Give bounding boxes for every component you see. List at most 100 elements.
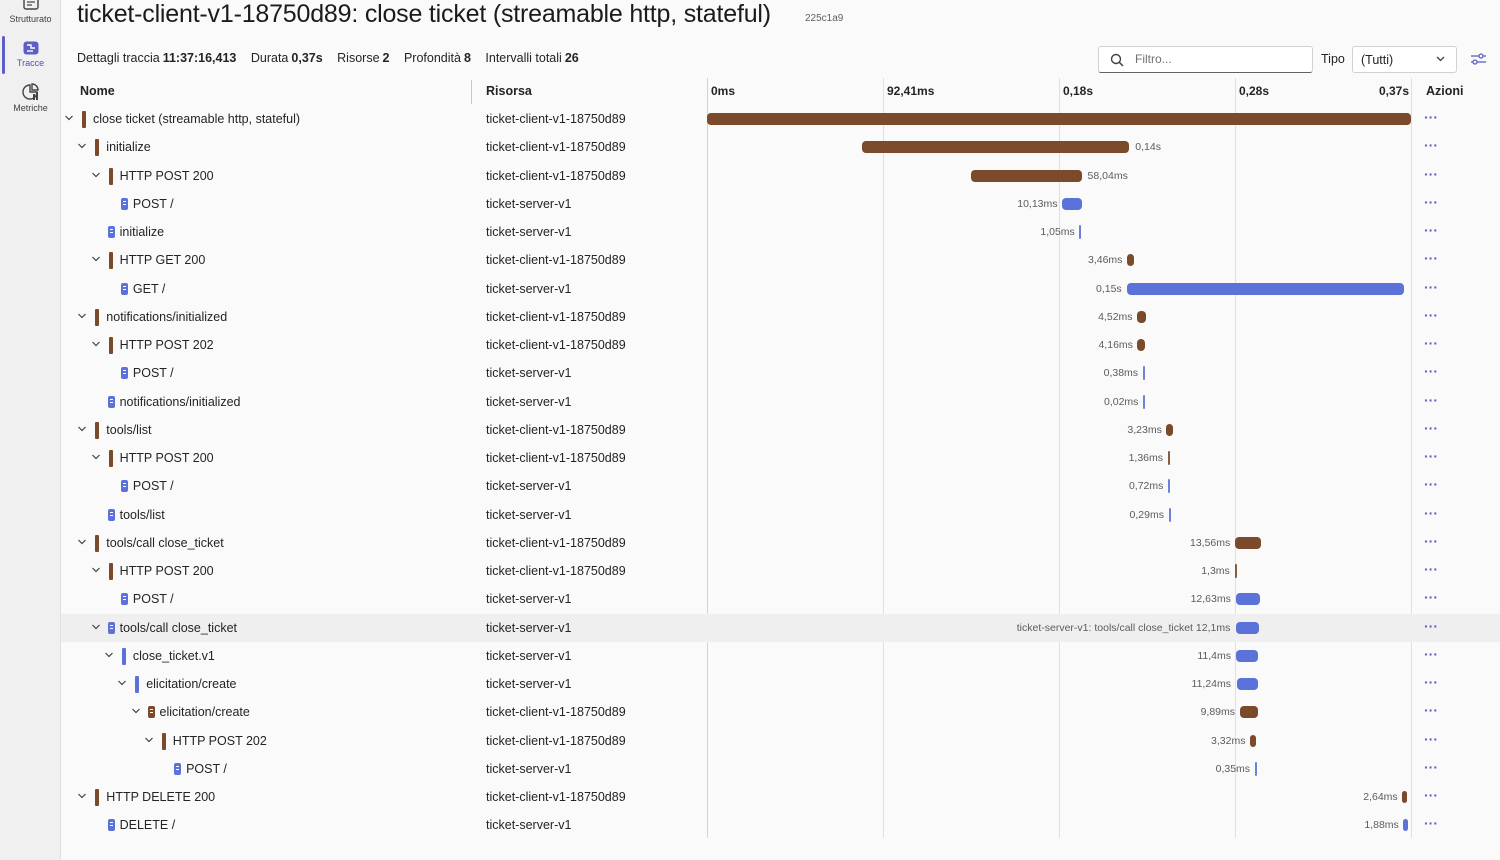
chevron-down-icon[interactable]	[91, 339, 101, 349]
span-actions-button[interactable]: ···	[1424, 137, 1438, 153]
span-duration-bar[interactable]	[1250, 734, 1257, 747]
span-actions-button[interactable]: ···	[1424, 731, 1438, 747]
span-row[interactable]: close ticket (streamable http, stateful)…	[61, 105, 1500, 133]
span-row[interactable]: tools/call close_ticket ticket-client-v1-…	[61, 529, 1500, 557]
span-duration-bar[interactable]	[1254, 761, 1257, 776]
chevron-down-icon[interactable]	[77, 537, 87, 547]
span-duration-bar[interactable]	[971, 169, 1082, 182]
span-actions-button[interactable]: ···	[1424, 505, 1438, 521]
chevron-down-icon[interactable]	[91, 254, 101, 264]
span-duration-bar[interactable]	[1236, 649, 1259, 662]
span-row[interactable]: tools/list ticket-server-v1 0,29ms ···	[61, 501, 1500, 529]
span-row[interactable]: initialize ticket-server-v1 1,05ms ···	[61, 218, 1500, 246]
span-actions-button[interactable]: ···	[1424, 618, 1438, 634]
span-duration-bar[interactable]	[1143, 394, 1145, 409]
span-actions-button[interactable]: ···	[1424, 561, 1438, 577]
span-duration-bar[interactable]	[1403, 819, 1409, 832]
type-select[interactable]: (Tutti)	[1352, 46, 1457, 73]
span-duration-bar[interactable]	[1137, 310, 1146, 323]
chevron-down-icon[interactable]	[104, 650, 114, 660]
span-actions-button[interactable]: ···	[1424, 589, 1438, 605]
span-row[interactable]: HTTP POST 202 ticket-client-v1-18750d89 4,…	[61, 331, 1500, 359]
span-actions-button[interactable]: ···	[1424, 166, 1438, 182]
span-duration-bar[interactable]	[1402, 791, 1408, 803]
chevron-down-icon[interactable]	[91, 170, 101, 180]
span-row[interactable]: DELETE / ticket-server-v1 1,88ms ···	[61, 811, 1500, 839]
nav-item-traces[interactable]: Tracce	[0, 40, 61, 68]
span-actions-button[interactable]: ···	[1424, 646, 1438, 662]
span-duration-bar[interactable]	[1235, 536, 1261, 549]
chevron-down-icon[interactable]	[77, 424, 87, 434]
span-duration-bar[interactable]	[1137, 339, 1146, 351]
chevron-down-icon[interactable]	[117, 678, 127, 688]
span-row[interactable]: POST / ticket-server-v1 0,35ms ···	[61, 755, 1500, 783]
column-resize-handle[interactable]	[471, 80, 472, 104]
chevron-down-icon[interactable]	[77, 791, 87, 801]
span-actions-button[interactable]: ···	[1424, 533, 1438, 549]
span-row[interactable]: initialize ticket-client-v1-18750d89 0,14s…	[61, 133, 1500, 161]
span-row[interactable]: HTTP GET 200 ticket-client-v1-18750d89 3,4…	[61, 246, 1500, 274]
span-actions-button[interactable]: ···	[1424, 363, 1438, 379]
span-actions-button[interactable]: ···	[1424, 476, 1438, 492]
chevron-down-icon[interactable]	[91, 565, 101, 575]
span-duration-bar[interactable]	[1167, 451, 1170, 465]
span-actions-button[interactable]: ···	[1424, 194, 1438, 210]
span-actions-button[interactable]: ···	[1424, 307, 1438, 323]
span-duration-bar[interactable]	[1166, 423, 1173, 436]
span-row[interactable]: notifications/initialized ticket-client-v…	[61, 303, 1500, 331]
span-row[interactable]: HTTP DELETE 200 ticket-client-v1-18750d89…	[61, 783, 1500, 811]
span-actions-button[interactable]: ···	[1424, 448, 1438, 464]
chevron-down-icon[interactable]	[131, 706, 141, 716]
span-actions-button[interactable]: ···	[1424, 787, 1438, 803]
span-row[interactable]: tools/call close_ticket ticket-server-v1 t…	[61, 613, 1500, 642]
span-duration-bar[interactable]	[1079, 225, 1082, 239]
nav-item-metrics[interactable]: Metriche	[0, 83, 61, 113]
span-duration-bar[interactable]	[1235, 593, 1260, 606]
span-row[interactable]: HTTP POST 202 ticket-client-v1-18750d89 3,…	[61, 727, 1500, 755]
column-header-name[interactable]: Nome	[80, 84, 115, 98]
span-row[interactable]: POST / ticket-server-v1 12,63ms ···	[61, 585, 1500, 613]
span-actions-button[interactable]: ···	[1424, 250, 1438, 266]
chevron-down-icon[interactable]	[77, 311, 87, 321]
chevron-down-icon[interactable]	[144, 735, 154, 745]
span-duration-bar[interactable]	[707, 113, 1411, 125]
span-duration-bar[interactable]	[862, 141, 1130, 154]
span-row[interactable]: close_ticket.v1 ticket-server-v1 11,4ms ···	[61, 642, 1500, 670]
span-duration-bar[interactable]	[1142, 366, 1145, 381]
span-row[interactable]: POST / ticket-server-v1 0,72ms ···	[61, 472, 1500, 500]
span-row[interactable]: POST / ticket-server-v1 10,13ms ···	[61, 190, 1500, 218]
span-row[interactable]: elicitation/create ticket-server-v1 11,24m…	[61, 670, 1500, 698]
span-duration-bar[interactable]	[1168, 507, 1171, 522]
span-actions-button[interactable]: ···	[1424, 222, 1438, 238]
span-actions-button[interactable]: ···	[1424, 109, 1438, 125]
chevron-down-icon[interactable]	[91, 622, 101, 632]
span-row[interactable]: elicitation/create ticket-client-v1-18750…	[61, 698, 1500, 726]
span-row[interactable]: POST / ticket-server-v1 0,38ms ···	[61, 359, 1500, 387]
span-actions-button[interactable]: ···	[1424, 392, 1438, 408]
span-duration-bar[interactable]	[1127, 254, 1134, 267]
span-actions-button[interactable]: ···	[1424, 335, 1438, 351]
span-duration-bar[interactable]	[1235, 621, 1259, 634]
nav-item-structured[interactable]: Strutturato	[0, 0, 61, 24]
span-row[interactable]: notifications/initialized ticket-server-v…	[61, 388, 1500, 416]
span-actions-button[interactable]: ···	[1424, 279, 1438, 295]
settings-button[interactable]	[1470, 51, 1487, 72]
span-row[interactable]: HTTP POST 200 ticket-client-v1-18750d89 1,…	[61, 444, 1500, 472]
span-duration-bar[interactable]	[1236, 678, 1258, 690]
span-duration-bar[interactable]	[1167, 479, 1170, 494]
span-actions-button[interactable]: ···	[1424, 674, 1438, 690]
span-actions-button[interactable]: ···	[1424, 702, 1438, 718]
span-duration-bar[interactable]	[1062, 197, 1082, 210]
span-actions-button[interactable]: ···	[1424, 815, 1438, 831]
chevron-down-icon[interactable]	[64, 113, 74, 123]
chevron-down-icon[interactable]	[77, 141, 87, 151]
span-duration-bar[interactable]	[1239, 706, 1259, 719]
span-actions-button[interactable]: ···	[1424, 759, 1438, 775]
span-duration-bar[interactable]	[1235, 564, 1238, 578]
span-row[interactable]: HTTP POST 200 ticket-client-v1-18750d89 1,…	[61, 557, 1500, 585]
span-actions-button[interactable]: ···	[1424, 420, 1438, 436]
span-row[interactable]: GET / ticket-server-v1 0,15s ···	[61, 275, 1500, 303]
filter-input[interactable]	[1135, 52, 1305, 66]
span-row[interactable]: tools/list ticket-client-v1-18750d89 3,23m…	[61, 416, 1500, 444]
column-header-resource[interactable]: Risorsa	[486, 84, 532, 98]
